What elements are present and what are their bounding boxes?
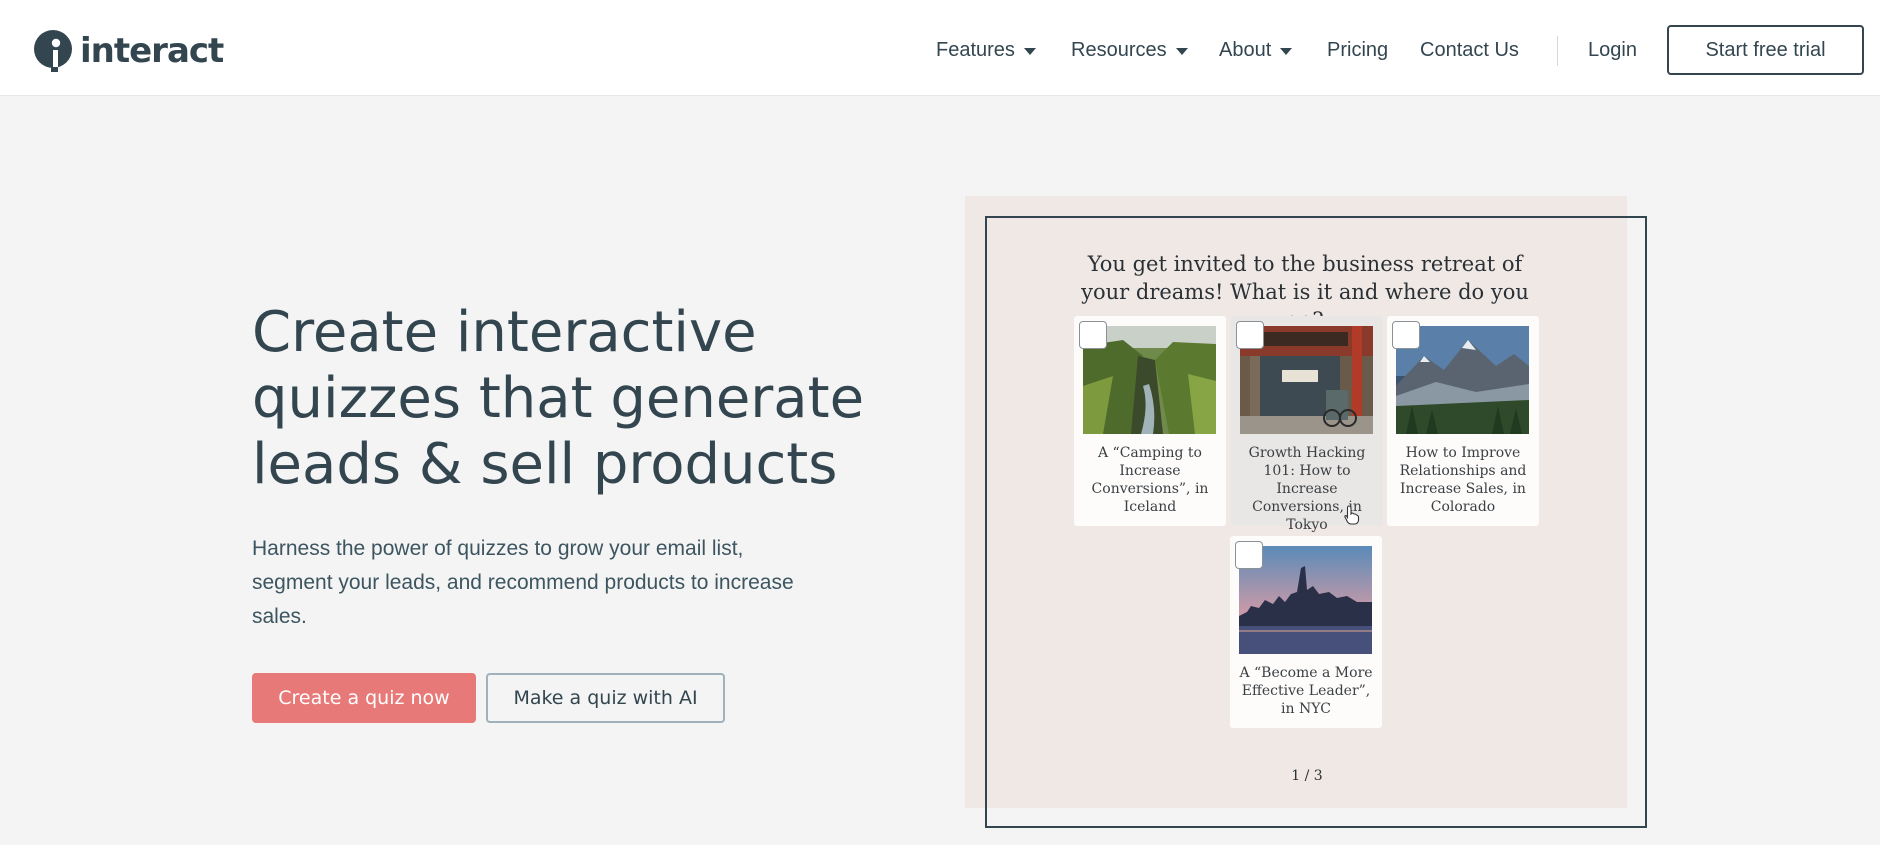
chevron-down-icon xyxy=(1175,47,1188,55)
quiz-option-iceland[interactable]: A “Camping to Increase Conversions”, in … xyxy=(1074,316,1226,526)
nav-resources[interactable]: Resources xyxy=(1071,26,1188,74)
nav-pricing[interactable]: Pricing xyxy=(1327,26,1388,74)
nav-about[interactable]: About xyxy=(1219,26,1293,74)
quiz-option-colorado[interactable]: How to Improve Relationships and Increas… xyxy=(1387,316,1539,526)
start-free-trial-button[interactable]: Start free trial xyxy=(1667,25,1864,75)
make-quiz-ai-button[interactable]: Make a quiz with AI xyxy=(486,673,725,723)
nav-divider xyxy=(1557,36,1558,66)
hero-title: Create interactive quizzes that generate… xyxy=(252,300,865,497)
nav-contact-us[interactable]: Contact Us xyxy=(1420,26,1519,74)
option-caption: A “Become a More Effective Leader”, in N… xyxy=(1239,665,1373,717)
nav-features-label: Features xyxy=(936,38,1015,61)
create-quiz-button[interactable]: Create a quiz now xyxy=(252,673,476,723)
hero-subtitle: Harness the power of quizzes to grow you… xyxy=(252,537,794,628)
nav-features[interactable]: Features xyxy=(936,26,1036,74)
interact-logo-icon xyxy=(34,30,72,72)
nav-about-label: About xyxy=(1219,38,1272,61)
nav-pricing-label: Pricing xyxy=(1327,38,1389,61)
option-caption: How to Improve Relationships and Increas… xyxy=(1399,445,1527,515)
option-caption: A “Camping to Increase Conversions”, in … xyxy=(1091,445,1209,515)
nav-contact-label: Contact Us xyxy=(1420,38,1519,61)
nav-resources-label: Resources xyxy=(1071,38,1167,61)
option-checkbox[interactable] xyxy=(1236,321,1264,349)
login-label: Login xyxy=(1588,38,1637,61)
chevron-down-icon xyxy=(1280,47,1293,55)
quiz-option-tokyo[interactable]: Growth Hacking 101: How to Increase Conv… xyxy=(1231,316,1383,533)
option-checkbox[interactable] xyxy=(1235,541,1263,569)
quiz-pager: 1 / 3 xyxy=(1291,768,1323,784)
quiz-option-nyc[interactable]: A “Become a More Effective Leader”, in N… xyxy=(1230,536,1382,728)
option-checkbox[interactable] xyxy=(1079,321,1107,349)
interact-logo[interactable]: interact xyxy=(34,30,224,72)
hand-pointer-icon xyxy=(1343,505,1361,530)
site-header: interact Features Resources About Pricin… xyxy=(0,0,1880,96)
login-link[interactable]: Login xyxy=(1588,26,1637,74)
option-checkbox[interactable] xyxy=(1392,321,1420,349)
logo-text: interact xyxy=(80,31,224,71)
chevron-down-icon xyxy=(1023,47,1036,55)
